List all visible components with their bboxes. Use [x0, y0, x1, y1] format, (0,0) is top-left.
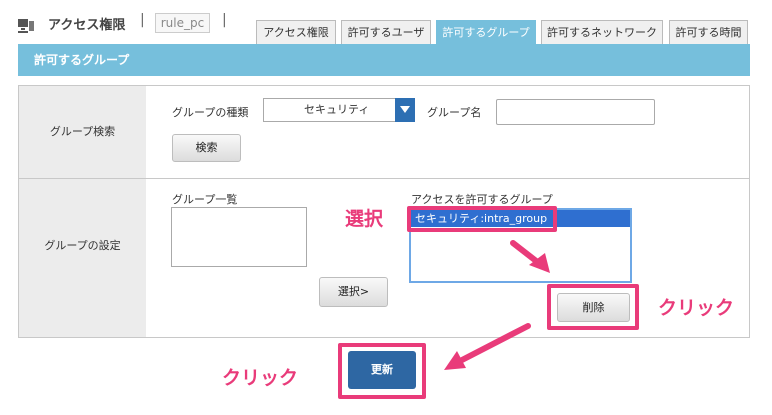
annotation-arrow-to-update [459, 323, 531, 363]
annotation-arrows [444, 240, 550, 370]
annotation-click-text: クリック [658, 297, 735, 319]
annotation-select-text: 選択 [345, 208, 384, 230]
annotation-click-text: クリック [222, 367, 299, 389]
